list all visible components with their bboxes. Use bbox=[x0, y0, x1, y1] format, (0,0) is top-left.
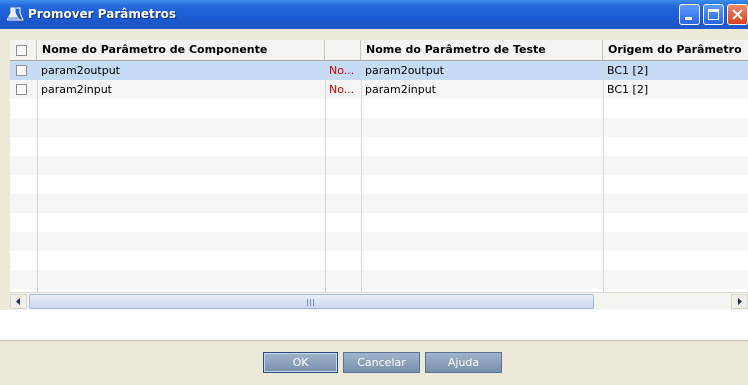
status-cell: No... bbox=[329, 83, 355, 96]
empty-row bbox=[10, 156, 748, 175]
promover-parametros-dialog: Promover Parâmetros Nome do Parâmetro de… bbox=[0, 0, 748, 385]
origin-cell: BC1 [2] bbox=[607, 83, 649, 96]
empty-row bbox=[10, 99, 748, 118]
close-icon bbox=[732, 9, 743, 20]
flask-icon bbox=[7, 7, 24, 21]
table-row[interactable]: param2output No... param2output BC1 [2] bbox=[10, 61, 748, 80]
scrollbar-thumb[interactable] bbox=[29, 294, 594, 309]
empty-row bbox=[10, 270, 748, 289]
empty-row bbox=[10, 213, 748, 232]
parameters-grid: Nome do Parâmetro de Componente Nome do … bbox=[10, 40, 748, 292]
grip-icon bbox=[307, 299, 314, 306]
horizontal-scrollbar[interactable] bbox=[10, 292, 748, 310]
info-panel bbox=[0, 310, 748, 341]
column-header-origin[interactable]: Origem do Parâmetro bbox=[603, 40, 748, 60]
ok-button[interactable]: OK bbox=[263, 352, 338, 373]
component-param-cell: param2output bbox=[41, 64, 120, 77]
help-button[interactable]: Ajuda bbox=[425, 352, 502, 373]
select-all-checkbox[interactable] bbox=[16, 45, 27, 56]
status-cell: No... bbox=[329, 64, 355, 77]
empty-row bbox=[10, 232, 748, 251]
scroll-left-button[interactable] bbox=[10, 294, 27, 309]
scroll-right-button[interactable] bbox=[731, 294, 748, 309]
column-divider bbox=[37, 61, 38, 292]
empty-row bbox=[10, 175, 748, 194]
minimize-icon bbox=[685, 17, 692, 20]
test-param-cell: param2input bbox=[365, 83, 436, 96]
minimize-button[interactable] bbox=[679, 4, 700, 25]
column-divider bbox=[361, 61, 362, 292]
arrow-left-icon bbox=[16, 298, 20, 305]
cancel-button[interactable]: Cancelar bbox=[343, 352, 420, 373]
column-header-test-param[interactable]: Nome do Parâmetro de Teste bbox=[361, 40, 603, 60]
empty-row bbox=[10, 118, 748, 137]
arrow-right-icon bbox=[738, 298, 742, 305]
grid-header: Nome do Parâmetro de Componente Nome do … bbox=[10, 40, 748, 61]
column-header-status[interactable] bbox=[325, 40, 361, 60]
column-header-component-param[interactable]: Nome do Parâmetro de Componente bbox=[37, 40, 325, 60]
row-checkbox[interactable] bbox=[16, 65, 27, 76]
title-bar[interactable]: Promover Parâmetros bbox=[0, 0, 748, 29]
column-divider bbox=[325, 61, 326, 292]
column-divider bbox=[603, 61, 604, 292]
table-row[interactable]: param2input No... param2input BC1 [2] bbox=[10, 80, 748, 99]
maximize-button[interactable] bbox=[703, 4, 724, 25]
origin-cell: BC1 [2] bbox=[607, 64, 649, 77]
close-button[interactable] bbox=[727, 4, 748, 25]
empty-row bbox=[10, 194, 748, 213]
row-checkbox[interactable] bbox=[16, 84, 27, 95]
select-all-column[interactable] bbox=[10, 40, 37, 60]
test-param-cell: param2output bbox=[365, 64, 444, 77]
empty-row bbox=[10, 137, 748, 156]
maximize-icon bbox=[708, 9, 719, 20]
window-title: Promover Parâmetros bbox=[28, 7, 177, 21]
component-param-cell: param2input bbox=[41, 83, 112, 96]
empty-row bbox=[10, 251, 748, 270]
